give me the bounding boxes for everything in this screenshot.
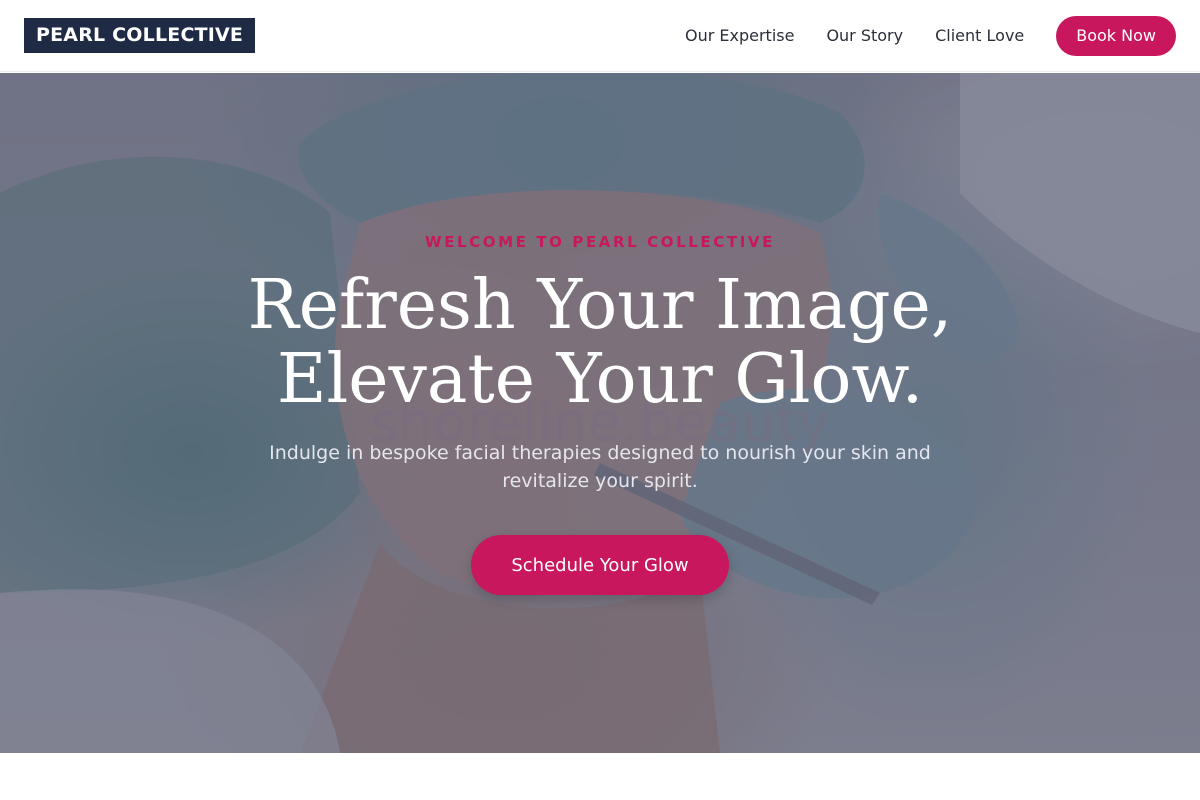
main-nav: Our Expertise Our Story Client Love Book… bbox=[685, 15, 1176, 56]
schedule-glow-button[interactable]: Schedule Your Glow bbox=[471, 535, 729, 595]
headline-line-1: Refresh Your Image, bbox=[247, 266, 953, 345]
hero-headline: Refresh Your Image, Elevate Your Glow. bbox=[0, 269, 1200, 417]
nav-link-our-expertise[interactable]: Our Expertise bbox=[685, 26, 794, 45]
nav-link-our-story[interactable]: Our Story bbox=[826, 26, 903, 45]
headline-line-2: Elevate Your Glow. bbox=[276, 340, 924, 419]
nav-link-client-love[interactable]: Client Love bbox=[935, 26, 1024, 45]
book-now-button[interactable]: Book Now bbox=[1056, 15, 1176, 56]
hero-subtitle: Indulge in bespoke facial therapies desi… bbox=[269, 442, 931, 492]
hero-section: shoreline.beauty WELCOME TO PEARL COLLEC… bbox=[0, 73, 1200, 753]
brand-logo[interactable]: PEARL COLLECTIVE bbox=[24, 18, 256, 53]
site-header: PEARL COLLECTIVE Our Expertise Our Story… bbox=[0, 0, 1200, 72]
hero-content: WELCOME TO PEARL COLLECTIVE Refresh Your… bbox=[0, 73, 1200, 753]
hero-eyebrow: WELCOME TO PEARL COLLECTIVE bbox=[425, 233, 775, 251]
